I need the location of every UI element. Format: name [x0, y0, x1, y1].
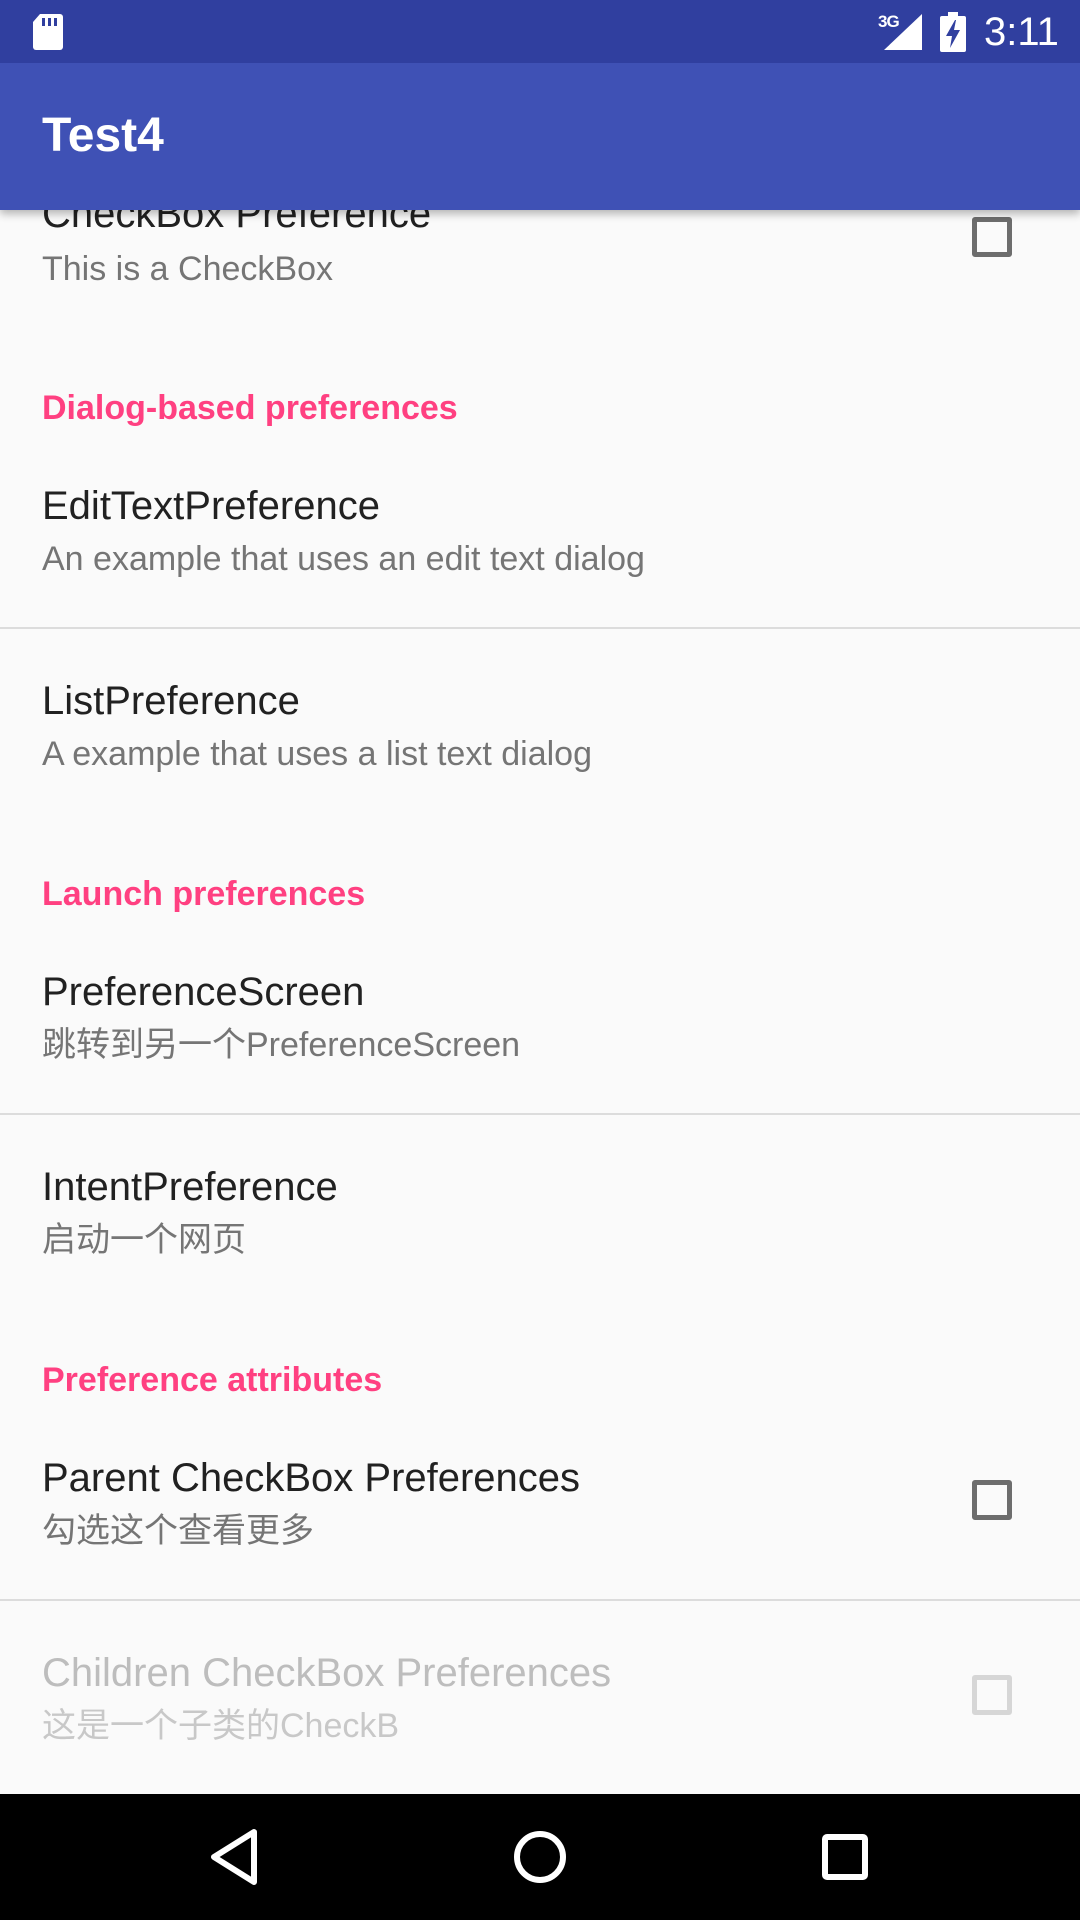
intent-preference-summary: 启动一个网页 — [42, 1221, 246, 1259]
network-type: 3G — [878, 12, 900, 31]
edit-text-preference[interactable]: EditTextPreference An example that uses … — [0, 460, 1080, 628]
category-dialog-based: Dialog-based preferences — [42, 389, 458, 427]
parent-checkbox-title: Parent CheckBox Preferences — [42, 1456, 581, 1500]
screen: 3G 3:11 Test4 CheckBox Preference This i… — [0, 0, 1080, 1920]
parent-checkbox-preference[interactable]: Parent CheckBox Preferences 勾选这个查看更多 — [0, 1432, 1080, 1600]
edit-text-preference-summary: An example that uses an edit text dialog — [42, 540, 645, 578]
preference-screen-summary: 跳转到另一个PreferenceScreen — [42, 1026, 521, 1064]
divider — [0, 1599, 1080, 1601]
clock: 3:11 — [984, 10, 1059, 54]
app-bar: Test4 — [0, 63, 1080, 210]
checkbox-preference-checkbox[interactable] — [972, 217, 1012, 257]
edit-text-preference-title: EditTextPreference — [42, 484, 380, 528]
sd-card-icon — [33, 14, 63, 50]
battery-charging-icon — [940, 12, 966, 52]
checkbox-preference-summary: This is a CheckBox — [42, 250, 333, 288]
category-launch: Launch preferences — [42, 875, 366, 913]
parent-checkbox[interactable] — [972, 1480, 1012, 1520]
preference-list[interactable]: CheckBox Preference This is a CheckBox D… — [0, 0, 1080, 1794]
divider — [0, 1113, 1080, 1115]
navigation-bar — [0, 1794, 1080, 1920]
parent-checkbox-summary: 勾选这个查看更多 — [42, 1512, 314, 1550]
list-preference-summary: A example that uses a list text dialog — [42, 735, 592, 773]
recents-icon[interactable] — [810, 1822, 880, 1892]
back-icon[interactable] — [200, 1822, 270, 1892]
child-checkbox-preference: Children CheckBox Preferences 这是一个子类的Che… — [0, 1627, 1080, 1787]
list-preference-title: ListPreference — [42, 679, 300, 723]
divider — [0, 627, 1080, 629]
intent-preference[interactable]: IntentPreference 启动一个网页 — [0, 1141, 1080, 1271]
app-title: Test4 — [42, 109, 164, 162]
child-checkbox-summary: 这是一个子类的CheckB — [42, 1707, 400, 1745]
home-icon[interactable] — [505, 1822, 575, 1892]
status-bar: 3G 3:11 — [0, 0, 1080, 63]
intent-preference-title: IntentPreference — [42, 1165, 338, 1209]
preference-screen-title: PreferenceScreen — [42, 970, 365, 1014]
child-checkbox-title: Children CheckBox Preferences — [42, 1651, 612, 1695]
list-preference[interactable]: ListPreference A example that uses a lis… — [0, 655, 1080, 785]
preference-screen[interactable]: PreferenceScreen 跳转到另一个PreferenceScreen — [0, 946, 1080, 1114]
category-attributes: Preference attributes — [42, 1361, 383, 1399]
child-checkbox — [972, 1675, 1012, 1715]
